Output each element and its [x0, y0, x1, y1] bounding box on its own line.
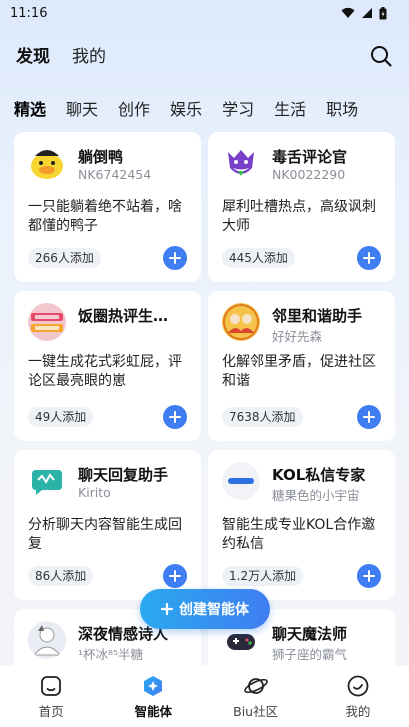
agent-author: ¹杯冰⁸⁵半糖: [78, 647, 144, 662]
nav-home-label: 首页: [38, 703, 64, 719]
agent-add-count: 266人添加: [28, 248, 101, 268]
search-icon[interactable]: [369, 44, 393, 68]
agent-add-count: 445人添加: [222, 248, 295, 268]
agent-add-count: 86人添加: [28, 566, 94, 586]
agent-name: 饭圈热评生…: [78, 307, 169, 325]
nav-community[interactable]: Biu社区: [216, 674, 296, 720]
category-featured[interactable]: 精选: [14, 96, 46, 120]
agent-name: 聊天魔法师: [272, 625, 348, 643]
tab-mine[interactable]: 我的: [72, 42, 106, 67]
agent-card[interactable]: 饭圈热评生… 一键生成花式彩虹屁，评论区最亮眼的崽 49人添加: [14, 291, 201, 441]
nav-community-label: Biu社区: [233, 703, 279, 719]
chat-bubble-avatar: [28, 462, 66, 500]
agent-author: NK0022290: [272, 167, 346, 182]
signal-icon: [362, 8, 372, 18]
home-icon: [41, 675, 62, 696]
fan-banner-avatar: [28, 303, 66, 341]
agent-description: 一键生成花式彩虹屁，评论区最亮眼的崽: [28, 354, 182, 389]
agent-name: 邻里和谐助手: [272, 307, 363, 325]
status-bar: 11:16: [0, 0, 409, 26]
agent-author: 狮子座的霸气: [272, 647, 348, 662]
category-life[interactable]: 生活: [274, 96, 306, 120]
category-work[interactable]: 职场: [326, 96, 358, 120]
nav-agents-label: 智能体: [134, 703, 173, 719]
agent-add-count: 7638人添加: [222, 407, 303, 427]
agent-description: 一只能躺着绝不站着，啥都懂的鸭子: [28, 199, 182, 234]
agent-card[interactable]: 躺倒鸭 NK6742454 一只能躺着绝不站着，啥都懂的鸭子 266人添加: [14, 132, 201, 282]
agent-add-count: 1.2万人添加: [222, 566, 304, 586]
agent-author: 好好先森: [272, 329, 323, 344]
agent-name: 聊天回复助手: [78, 466, 169, 484]
nav-mine[interactable]: 我的: [318, 674, 398, 720]
agent-card[interactable]: KOL私信专家 糖果色的小宇宙 智能生成专业KOL合作邀约私信 1.2万人添加: [208, 450, 395, 600]
top-tabs: 发现 我的: [16, 42, 106, 67]
agent-card[interactable]: 聊天回复助手 Kirito 分析聊天内容智能生成回复 86人添加: [14, 450, 201, 600]
agent-description: 犀利吐槽热点，高级讽刺大师: [222, 199, 376, 234]
add-agent-button[interactable]: [163, 246, 187, 270]
bottom-nav: 首页 智能体 Biu社区 我的: [0, 666, 409, 727]
planet-icon: [243, 677, 268, 694]
duck-avatar: [28, 144, 66, 182]
agent-name: 躺倒鸭: [78, 148, 124, 166]
battery-icon: [379, 6, 387, 19]
neighbors-avatar: [222, 303, 260, 341]
agent-add-count: 49人添加: [28, 407, 94, 427]
poet-avatar: [28, 621, 66, 659]
add-agent-button[interactable]: [357, 246, 381, 270]
add-agent-button[interactable]: [163, 564, 187, 588]
plus-icon: [363, 252, 375, 264]
add-agent-button[interactable]: [357, 405, 381, 429]
create-agent-label: 创建智能体: [179, 602, 249, 618]
category-chat[interactable]: 聊天: [66, 96, 98, 120]
plus-icon: [169, 252, 181, 264]
agent-author: Kirito: [78, 485, 111, 500]
purple-monster-avatar: [222, 144, 260, 182]
agent-author: 糖果色的小宇宙: [272, 488, 360, 503]
category-entertainment[interactable]: 娱乐: [170, 96, 202, 120]
agent-icon: [144, 675, 163, 696]
status-time: 11:16: [10, 5, 48, 21]
plus-icon: [169, 411, 181, 423]
agent-description: 分析聊天内容智能生成回复: [28, 517, 182, 552]
smile-icon: [347, 675, 369, 696]
wifi-icon: [341, 7, 355, 18]
kol-logo-avatar: [222, 462, 260, 500]
category-study[interactable]: 学习: [222, 96, 254, 120]
tab-discover[interactable]: 发现: [16, 42, 50, 67]
agent-name: 毒舌评论官: [272, 148, 348, 166]
nav-home[interactable]: 首页: [11, 674, 91, 720]
plus-icon: [161, 603, 173, 615]
plus-icon: [363, 411, 375, 423]
plus-icon: [363, 570, 375, 582]
agent-name: KOL私信专家: [272, 466, 366, 484]
agent-description: 智能生成专业KOL合作邀约私信: [222, 517, 376, 552]
plus-icon: [169, 570, 181, 582]
category-create[interactable]: 创作: [118, 96, 150, 120]
agent-card[interactable]: 邻里和谐助手 好好先森 化解邻里矛盾，促进社区和谐 7638人添加: [208, 291, 395, 441]
create-agent-button[interactable]: 创建智能体: [140, 589, 270, 629]
nav-mine-label: 我的: [345, 703, 371, 719]
category-tabs: 精选 聊天 创作 娱乐 学习 生活 职场: [14, 96, 358, 120]
agent-author: NK6742454: [78, 167, 152, 182]
agent-card[interactable]: 毒舌评论官 NK0022290 犀利吐槽热点，高级讽刺大师 445人添加: [208, 132, 395, 282]
status-icons: [341, 6, 387, 20]
add-agent-button[interactable]: [357, 564, 381, 588]
nav-agents[interactable]: 智能体: [113, 674, 193, 720]
agent-description: 化解邻里矛盾，促进社区和谐: [222, 354, 376, 389]
add-agent-button[interactable]: [163, 405, 187, 429]
